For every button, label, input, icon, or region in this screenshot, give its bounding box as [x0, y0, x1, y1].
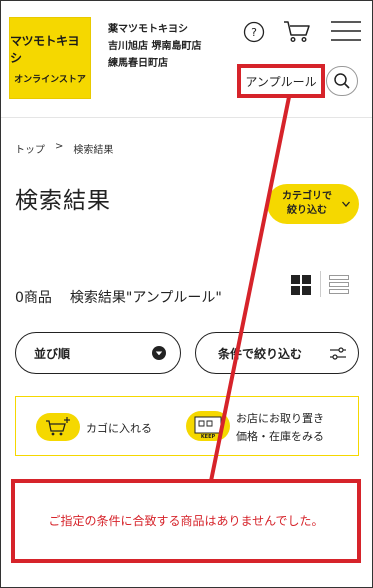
sort-label: 並び順 — [34, 346, 71, 361]
keep-badge-text: KEEP — [201, 434, 216, 440]
sort-button[interactable]: 並び順 — [15, 332, 181, 374]
pickup-line2: 価格・在庫をみる — [236, 430, 324, 443]
brand-logo[interactable]: マツモトキヨシ オンラインストア — [9, 17, 91, 99]
filter-button[interactable]: 条件で絞り込む — [195, 332, 359, 374]
add-cart-label: カゴに入れる — [86, 422, 152, 435]
question-circle-icon[interactable]: ? — [243, 21, 265, 43]
breadcrumb-home[interactable]: トップ — [15, 141, 45, 156]
category-filter-line1: カテゴリで — [282, 191, 332, 202]
grid-view-icon[interactable] — [291, 275, 311, 295]
search-button[interactable] — [326, 66, 358, 96]
pickup-line1: お店にお取り置き — [236, 412, 324, 425]
breadcrumb-separator: > — [55, 141, 64, 152]
breadcrumb-current: 検索結果 — [73, 145, 114, 156]
page-title: 検索結果 — [15, 188, 111, 214]
filter-label: 条件で絞り込む — [218, 346, 303, 361]
search-icon — [334, 73, 350, 89]
chevron-down-circle-icon — [152, 346, 166, 360]
search-input[interactable]: アンプルール — [237, 64, 325, 98]
logo-main-text: マツモトキヨシ — [10, 33, 80, 65]
store-keep-icon: KEEP — [186, 411, 230, 441]
result-summary: 0商品 検索結果"アンプルール" — [15, 287, 222, 307]
no-results-message: ご指定の条件に合致する商品はありませんでした。 — [11, 479, 361, 563]
app-frame: マツモトキヨシ オンラインストア 薬マツモトキヨシ 吉川旭店 堺南島町店 練馬春… — [0, 0, 373, 588]
category-filter-label: カテゴリで 絞り込む — [279, 190, 335, 218]
store-line: 薬マツモトキヨシ — [108, 24, 188, 35]
selected-stores[interactable]: 薬マツモトキヨシ 吉川旭店 堺南島町店 練馬春日町店 — [108, 21, 201, 72]
store-line: 練馬春日町店 — [108, 58, 168, 69]
header-divider — [1, 117, 372, 118]
result-count: 0商品 — [15, 290, 52, 306]
category-filter-line2: 絞り込む — [287, 205, 327, 216]
info-banner: カゴに入れる KEEP お店にお取り置き 価格・在庫をみる — [15, 396, 359, 456]
store-line: 吉川旭店 堺南島町店 — [108, 41, 202, 52]
view-toggle-divider — [320, 271, 321, 297]
logo-sub-text: オンラインストア — [14, 74, 86, 85]
add-to-cart-icon — [36, 413, 80, 441]
cart-icon[interactable] — [283, 19, 311, 43]
hamburger-menu-icon[interactable] — [330, 19, 362, 43]
sliders-icon — [330, 347, 346, 360]
svg-text:?: ? — [251, 26, 257, 39]
breadcrumb: トップ > 検索結果 — [15, 141, 113, 156]
pickup-label: お店にお取り置き 価格・在庫をみる — [236, 410, 324, 446]
category-filter-button[interactable]: カテゴリで 絞り込む — [267, 184, 359, 224]
chevron-down-icon — [342, 201, 350, 207]
result-query: 検索結果"アンプルール" — [69, 290, 222, 306]
list-view-icon[interactable] — [329, 275, 349, 295]
